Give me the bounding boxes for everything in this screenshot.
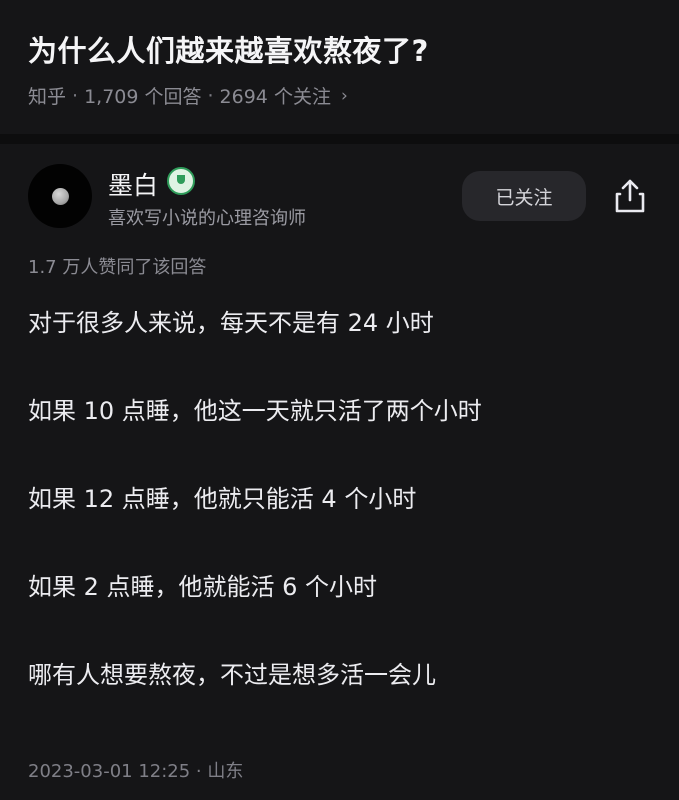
meta-separator: · xyxy=(72,84,79,107)
meta-separator: · xyxy=(207,84,214,107)
answer-paragraph: 如果 12 点睡，他就只能活 4 个小时 xyxy=(28,485,417,513)
answer-timestamp: 2023-03-01 12:25 · 山东 xyxy=(28,761,244,782)
follower-count: 2694 个关注 xyxy=(219,86,331,108)
question-title[interactable]: 为什么人们越来越喜欢熬夜了? xyxy=(28,28,429,70)
like-count: 1.7 万人赞同了该回答 xyxy=(28,257,207,278)
answer-content: 对于很多人来说，每天不是有 24 小时 如果 10 点睡，他这一天就只活了两个小… xyxy=(28,304,648,744)
moon-icon xyxy=(52,188,69,205)
answer-count: 1,709 个回答 xyxy=(84,86,202,108)
question-meta[interactable]: 知乎 · 1,709 个回答 · 2694 个关注 › xyxy=(28,82,348,109)
author-name[interactable]: 墨白 xyxy=(108,166,158,202)
question-header: 为什么人们越来越喜欢熬夜了? 知乎 · 1,709 个回答 · 2694 个关注… xyxy=(0,0,679,134)
answer-paragraph: 对于很多人来说，每天不是有 24 小时 xyxy=(28,309,434,337)
author-bio: 喜欢写小说的心理咨询师 xyxy=(108,208,306,229)
section-divider xyxy=(0,134,679,144)
verified-badge-icon xyxy=(167,167,195,195)
source-label: 知乎 xyxy=(28,86,67,108)
answer-paragraph: 如果 10 点睡，他这一天就只活了两个小时 xyxy=(28,397,482,425)
answer-paragraph: 如果 2 点睡，他就能活 6 个小时 xyxy=(28,573,378,601)
answer-paragraph: 哪有人想要熬夜，不过是想多活一会儿 xyxy=(28,661,436,689)
share-icon[interactable] xyxy=(607,173,653,219)
author-avatar[interactable] xyxy=(28,164,92,228)
chevron-right-icon[interactable]: › xyxy=(341,86,348,106)
author-card: 墨白 喜欢写小说的心理咨询师 已关注 xyxy=(0,144,679,254)
follow-button[interactable]: 已关注 xyxy=(462,171,586,221)
